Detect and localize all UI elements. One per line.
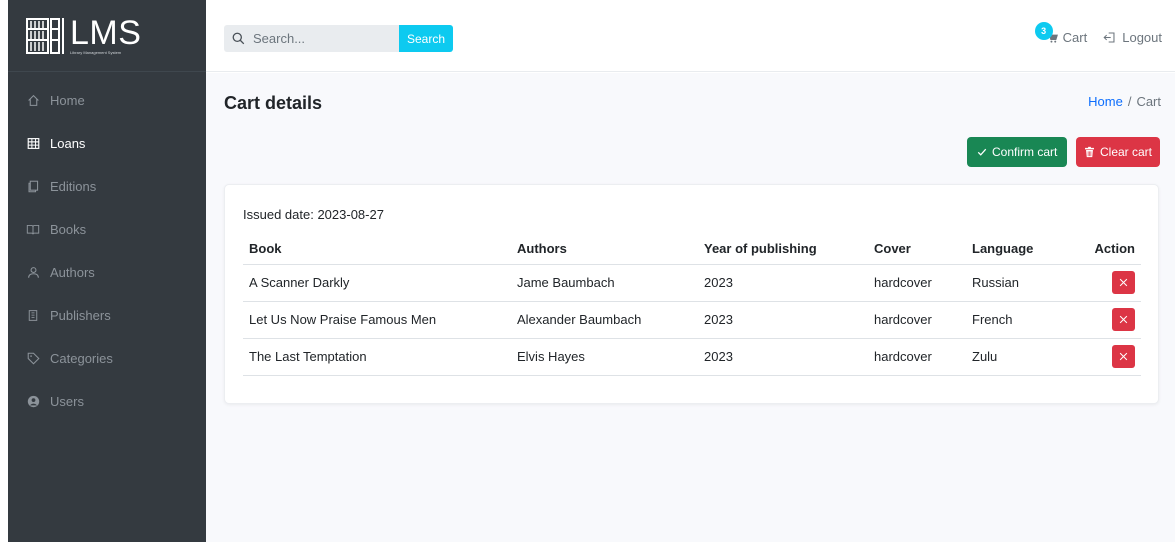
search-input[interactable] (224, 25, 399, 52)
cell-book: Let Us Now Praise Famous Men (243, 301, 511, 339)
breadcrumb-current: Cart (1136, 94, 1161, 109)
sidebar-item-authors[interactable]: Authors (8, 251, 206, 294)
column-header-year: Year of publishing (698, 234, 868, 265)
cell-book: The Last Temptation (243, 338, 511, 376)
table-row: The Last Temptation Elvis Hayes 2023 har… (243, 338, 1141, 376)
cell-language: French (966, 301, 1066, 339)
remove-item-button[interactable] (1112, 345, 1135, 368)
cell-language: Russian (966, 264, 1066, 302)
remove-item-button[interactable] (1112, 271, 1135, 294)
cell-action (1066, 301, 1141, 339)
sidebar: LMS Library Management System Home Loans… (8, 0, 206, 542)
search-icon (232, 32, 245, 48)
table-row: A Scanner Darkly Jame Baumbach 2023 hard… (243, 264, 1141, 302)
search-form: Search (224, 25, 454, 52)
clear-cart-button[interactable]: Clear cart (1076, 137, 1161, 167)
brand-text: LMS Library Management System (70, 13, 142, 55)
sidebar-item-label: Home (50, 93, 85, 108)
cell-authors: Alexander Baumbach (511, 301, 698, 339)
building-icon (26, 309, 40, 323)
main-content: Cart details Home / Cart Confirm cart Clea… (206, 73, 1175, 542)
trash-icon (1085, 146, 1094, 158)
sidebar-item-users[interactable]: Users (8, 380, 206, 423)
sidebar-item-categories[interactable]: Categories (8, 337, 206, 380)
cell-action (1066, 338, 1141, 376)
cart-count-badge: 3 (1034, 22, 1053, 40)
sidebar-item-publishers[interactable]: Publishers (8, 294, 206, 337)
cell-year: 2023 (698, 301, 868, 339)
remove-item-button[interactable] (1112, 308, 1135, 331)
close-icon (1119, 352, 1128, 361)
cart-link[interactable]: 3 Cart (1034, 22, 1088, 45)
issued-date: Issued date: 2023-08-27 (243, 207, 384, 222)
close-icon (1119, 278, 1128, 287)
close-icon (1119, 315, 1128, 324)
clear-cart-label: Clear cart (1100, 145, 1153, 159)
column-header-book: Book (243, 234, 511, 265)
cell-authors: Jame Baumbach (511, 264, 698, 302)
cell-cover: hardcover (868, 264, 966, 302)
breadcrumb: Home / Cart (1088, 94, 1161, 109)
table-row: Let Us Now Praise Famous Men Alexander B… (243, 301, 1141, 339)
library-shelf-icon (26, 17, 64, 54)
logout-label: Logout (1122, 30, 1162, 45)
sidebar-item-editions[interactable]: Editions (8, 165, 206, 208)
book-icon (26, 223, 40, 237)
cell-language: Zulu (966, 338, 1066, 376)
cell-book: A Scanner Darkly (243, 264, 511, 302)
cell-cover: hardcover (868, 301, 966, 339)
sidebar-item-home[interactable]: Home (8, 79, 206, 122)
cart-table: Book Authors Year of publishing Cover La… (243, 234, 1141, 376)
table-icon (26, 137, 40, 151)
sidebar-item-label: Users (50, 394, 84, 409)
table-header-row: Book Authors Year of publishing Cover La… (243, 234, 1141, 265)
cell-authors: Elvis Hayes (511, 338, 698, 376)
sidebar-item-label: Editions (50, 179, 97, 194)
sidebar-item-label: Categories (50, 351, 113, 366)
home-icon (26, 94, 40, 108)
logout-icon (1103, 31, 1116, 44)
sidebar-item-books[interactable]: Books (8, 208, 206, 251)
person-icon (26, 266, 40, 280)
top-navbar: Search 3 Cart Logout (206, 0, 1175, 72)
sidebar-item-loans[interactable]: Loans (8, 122, 206, 165)
column-header-language: Language (966, 234, 1066, 265)
search-button[interactable]: Search (399, 25, 454, 52)
cart-card: Issued date: 2023-08-27 Book Authors Yea… (224, 184, 1159, 404)
sidebar-item-label: Publishers (50, 308, 111, 323)
brand-subtitle: Library Management System (70, 49, 122, 55)
check-icon (977, 148, 987, 156)
confirm-cart-label: Confirm cart (992, 145, 1058, 159)
page-title: Cart details (224, 93, 323, 113)
column-header-authors: Authors (511, 234, 698, 265)
cell-cover: hardcover (868, 338, 966, 376)
confirm-cart-button[interactable]: Confirm cart (967, 137, 1068, 167)
copy-icon (26, 180, 40, 194)
column-header-action: Action (1066, 234, 1141, 265)
breadcrumb-home-link[interactable]: Home (1088, 94, 1123, 109)
column-header-cover: Cover (868, 234, 966, 265)
sidebar-item-label: Loans (50, 136, 86, 151)
breadcrumb-separator: / (1127, 94, 1132, 109)
sidebar-item-label: Authors (50, 265, 95, 280)
brand-title: LMS (70, 13, 142, 52)
brand-logo[interactable]: LMS Library Management System (8, 0, 206, 72)
logout-link[interactable]: Logout (1103, 30, 1162, 45)
top-right-nav: 3 Cart Logout (1034, 22, 1162, 45)
sidebar-nav: Home Loans Editions Books Authors Publis… (8, 72, 206, 423)
cell-year: 2023 (698, 264, 868, 302)
cart-label: Cart (1062, 30, 1088, 45)
sidebar-item-label: Books (50, 222, 87, 237)
cell-action (1066, 264, 1141, 302)
cell-year: 2023 (698, 338, 868, 376)
user-circle-icon (26, 395, 40, 409)
tag-icon (26, 352, 40, 366)
